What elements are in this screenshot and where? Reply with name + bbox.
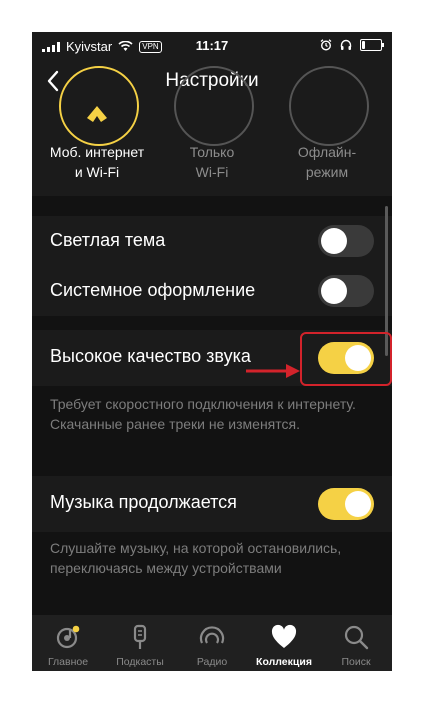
network-option-icon <box>289 66 369 146</box>
network-option-icon <box>174 66 254 146</box>
setting-system-theme: Системное оформление <box>32 266 392 316</box>
phone-screen: Kyivstar VPN 11:17 Настройки Моб. интерн… <box>32 32 392 671</box>
battery-icon <box>360 39 384 51</box>
tab-radio[interactable]: Радио <box>176 615 248 671</box>
alarm-icon <box>320 39 332 51</box>
music-continues-toggle[interactable] <box>318 488 374 520</box>
tab-bar: Главное Подкасты Радио Коллекция Поиск <box>32 615 392 671</box>
heart-icon <box>271 624 297 648</box>
arrow-icon <box>246 364 300 378</box>
tab-search[interactable]: Поиск <box>320 615 392 671</box>
network-option-offline[interactable]: Офлайн- режим <box>272 66 382 196</box>
setting-label: Системное оформление <box>50 280 256 300</box>
setting-label: Высокое качество звука <box>50 346 251 366</box>
headphones-icon <box>340 39 352 50</box>
description-block: Требует скоростного подключения к интерн… <box>32 386 392 476</box>
tab-label: Главное <box>47 656 89 668</box>
light-theme-toggle[interactable] <box>318 225 374 257</box>
music-continues-description: Слушайте музыку, на которой остановились… <box>50 540 342 576</box>
description-block: Слушайте музыку, на которой остановились… <box>32 532 392 615</box>
tab-home[interactable]: Главное <box>32 615 104 671</box>
tab-label: Поиск <box>341 656 371 668</box>
network-option-mobile-wifi[interactable]: Моб. интернет и Wi-Fi <box>42 66 152 196</box>
tab-label: Подкасты <box>116 656 164 668</box>
system-theme-toggle[interactable] <box>318 275 374 307</box>
highlight-box <box>300 332 392 386</box>
network-option-icon <box>59 66 139 146</box>
tab-collection[interactable]: Коллекция <box>248 615 320 671</box>
status-bar: Kyivstar VPN 11:17 <box>32 32 392 60</box>
network-option-wifi-only[interactable]: Только Wi-Fi <box>157 66 267 196</box>
tab-label: Радио <box>196 656 228 668</box>
network-option-label: Офлайн- режим <box>297 144 357 180</box>
setting-label: Музыка продолжается <box>50 492 237 512</box>
home-icon <box>56 625 80 649</box>
high-quality-description: Требует скоростного подключения к интерн… <box>50 396 356 432</box>
radio-icon <box>199 626 225 644</box>
setting-label: Светлая тема <box>50 230 166 250</box>
setting-light-theme: Светлая тема <box>32 216 392 266</box>
microphone-icon <box>133 624 147 649</box>
section-divider <box>32 196 392 216</box>
star-icon <box>87 106 107 122</box>
tab-label: Коллекция <box>256 656 312 668</box>
tab-podcasts[interactable]: Подкасты <box>104 615 176 671</box>
network-option-label: Только Wi-Fi <box>189 144 235 180</box>
network-option-label: Моб. интернет и Wi-Fi <box>49 144 145 180</box>
setting-music-continues: Музыка продолжается <box>32 476 392 532</box>
search-icon <box>344 625 369 650</box>
network-mode-selector: Моб. интернет и Wi-Fi Только Wi-Fi Офлай… <box>32 66 392 196</box>
section-divider <box>32 316 392 330</box>
